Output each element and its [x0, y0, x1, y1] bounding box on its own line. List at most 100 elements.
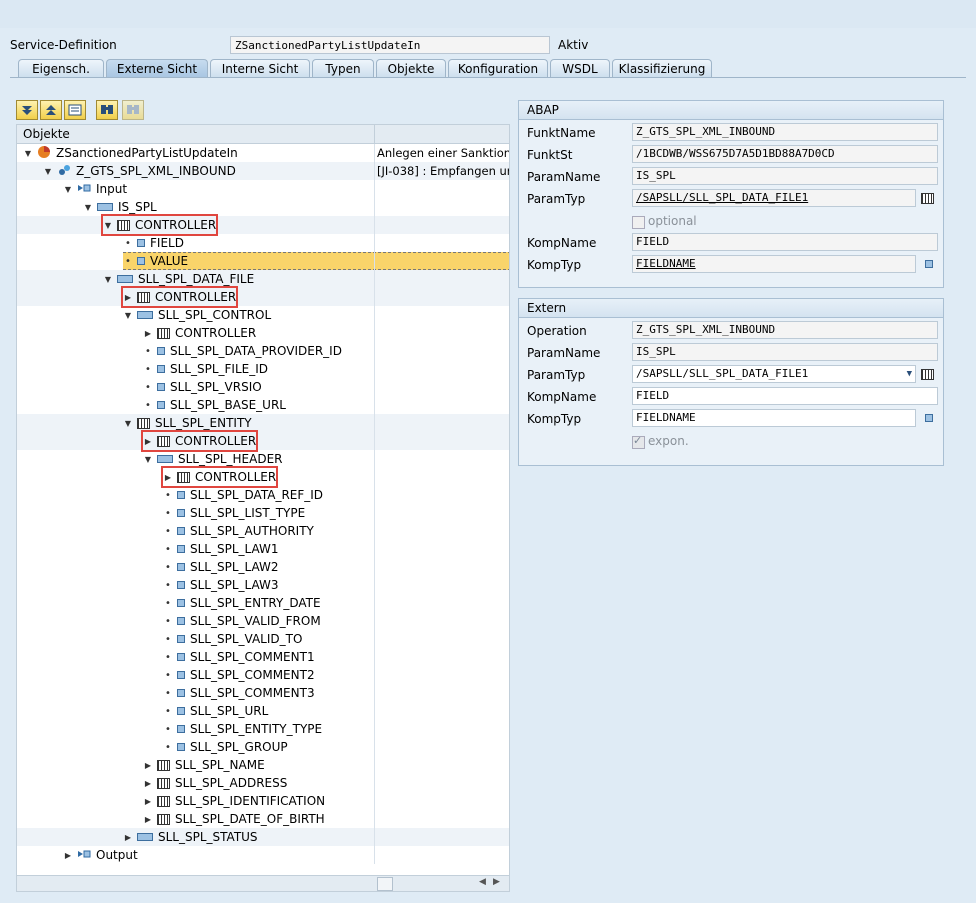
collapsed-arrow-icon[interactable]: ▶ — [143, 760, 153, 770]
tree-node-label[interactable]: SLL_SPL_AUTHORITY — [190, 524, 314, 538]
tree-node[interactable]: ▶ Output — [63, 846, 138, 864]
expanded-arrow-icon[interactable]: ▼ — [103, 274, 113, 284]
tree-row[interactable]: ▶ CONTROLLER — [17, 324, 509, 342]
table-icon[interactable] — [920, 367, 934, 381]
tree-node[interactable]: • SLL_SPL_AUTHORITY — [163, 522, 314, 540]
collapsed-arrow-icon[interactable]: ▶ — [143, 814, 153, 824]
tree-node-label[interactable]: SLL_SPL_DATA_REF_ID — [190, 488, 323, 502]
tree-node[interactable]: • SLL_SPL_GROUP — [163, 738, 288, 756]
tree-node[interactable]: • SLL_SPL_DATA_PROVIDER_ID — [143, 342, 342, 360]
tree-node-label[interactable]: SLL_SPL_LAW3 — [190, 578, 279, 592]
tree-node[interactable]: ▶ CONTROLLER — [140, 430, 259, 452]
expon-checkbox[interactable]: ✓ — [632, 434, 645, 449]
collapsed-arrow-icon[interactable]: ▶ — [143, 436, 153, 446]
tab-konfiguration[interactable]: Konfiguration — [448, 59, 548, 77]
tree-row[interactable]: • SLL_SPL_COMMENT2 — [17, 666, 509, 684]
extern-paramtyp-dropdown[interactable]: /SAPSLL/SLL_SPL_DATA_FILE1 ▼ — [632, 365, 916, 383]
tree-node[interactable]: • SLL_SPL_DATA_REF_ID — [163, 486, 323, 504]
tree-row[interactable]: • SLL_SPL_BASE_URL — [17, 396, 509, 414]
tree-node-label[interactable]: CONTROLLER — [135, 218, 216, 232]
find-icon[interactable] — [96, 100, 118, 120]
tree-row[interactable]: ▼ SLL_SPL_ENTITY — [17, 414, 509, 432]
expanded-arrow-icon[interactable]: ▼ — [123, 310, 133, 320]
tree-node-label[interactable]: ZSanctionedPartyListUpdateIn — [56, 146, 238, 160]
scroll-right-icon[interactable]: ▶ — [493, 877, 500, 887]
tree-node-label[interactable]: CONTROLLER — [175, 434, 256, 448]
expanded-arrow-icon[interactable]: ▼ — [83, 202, 93, 212]
tree-node[interactable]: ▼ SLL_SPL_CONTROL — [123, 306, 271, 324]
tree-row[interactable]: • SLL_SPL_COMMENT1 — [17, 648, 509, 666]
tree-row[interactable]: • SLL_SPL_LIST_TYPE — [17, 504, 509, 522]
field-icon[interactable] — [922, 257, 936, 271]
collapsed-arrow-icon[interactable]: ▶ — [143, 778, 153, 788]
tree-node[interactable]: • SLL_SPL_BASE_URL — [143, 396, 286, 414]
tree-row[interactable]: ▶ SLL_SPL_NAME — [17, 756, 509, 774]
tab-typen[interactable]: Typen — [312, 59, 374, 77]
expand-all-icon[interactable] — [16, 100, 38, 120]
tree-row[interactable]: • SLL_SPL_ENTRY_DATE — [17, 594, 509, 612]
tree-node-label[interactable]: SLL_SPL_IDENTIFICATION — [175, 794, 325, 808]
tree-node-label[interactable]: SLL_SPL_STATUS — [158, 830, 258, 844]
tree-row[interactable]: ▼ ZSanctionedPartyListUpdateIn Anlegen ein… — [17, 144, 509, 162]
tree-row[interactable]: • SLL_SPL_LAW2 — [17, 558, 509, 576]
tree-node[interactable]: ▶ SLL_SPL_IDENTIFICATION — [143, 792, 325, 810]
tree-node-label[interactable]: SLL_SPL_GROUP — [190, 740, 288, 754]
tree-row[interactable]: ▼ Z_GTS_SPL_XML_INBOUND [JI-038] : Empfang… — [17, 162, 509, 180]
collapsed-arrow-icon[interactable]: ▶ — [163, 472, 173, 482]
tree-row[interactable]: • SLL_SPL_GROUP — [17, 738, 509, 756]
chevron-down-icon[interactable]: ▼ — [907, 366, 912, 382]
tree-node[interactable]: • SLL_SPL_FILE_ID — [143, 360, 268, 378]
expanded-arrow-icon[interactable]: ▼ — [103, 220, 113, 230]
tree-node-label[interactable]: CONTROLLER — [155, 290, 236, 304]
tree-node[interactable]: • SLL_SPL_VALID_TO — [163, 630, 302, 648]
tree-node-label[interactable]: SLL_SPL_VALID_FROM — [190, 614, 321, 628]
tab-wsdl[interactable]: WSDL — [550, 59, 610, 77]
tree-row[interactable]: ▶ SLL_SPL_ADDRESS — [17, 774, 509, 792]
tree-row[interactable]: • SLL_SPL_LAW1 — [17, 540, 509, 558]
service-definition-field[interactable]: ZSanctionedPartyListUpdateIn — [230, 36, 550, 54]
tree-node[interactable]: ▶ CONTROLLER — [160, 466, 279, 488]
tree-node-label[interactable]: SLL_SPL_VALID_TO — [190, 632, 302, 646]
tree-node[interactable]: • VALUE — [123, 252, 509, 270]
tree-node[interactable]: • SLL_SPL_LAW2 — [163, 558, 279, 576]
collapsed-arrow-icon[interactable]: ▶ — [143, 796, 153, 806]
tree-node-label[interactable]: SLL_SPL_CONTROL — [158, 308, 271, 322]
tree-row[interactable]: • SLL_SPL_URL — [17, 702, 509, 720]
tree-node-label[interactable]: SLL_SPL_COMMENT2 — [190, 668, 315, 682]
tree-row[interactable]: ▼ SLL_SPL_HEADER — [17, 450, 509, 468]
tree-node-label[interactable]: SLL_SPL_FILE_ID — [170, 362, 268, 376]
collapsed-arrow-icon[interactable]: ▶ — [123, 832, 133, 842]
abap-komptyp-value[interactable]: FIELDNAME — [636, 257, 696, 270]
collapsed-arrow-icon[interactable]: ▶ — [123, 292, 133, 302]
tree-node-label[interactable]: SLL_SPL_COMMENT1 — [190, 650, 315, 664]
tree-node[interactable]: • SLL_SPL_LIST_TYPE — [163, 504, 305, 522]
tree-node-label[interactable]: SLL_SPL_LAW2 — [190, 560, 279, 574]
optional-checkbox[interactable] — [632, 216, 645, 229]
tree-node[interactable]: ▼ CONTROLLER — [100, 214, 219, 236]
tree-node[interactable]: • SLL_SPL_ENTITY_TYPE — [163, 720, 322, 738]
tree-node[interactable]: • SLL_SPL_ENTRY_DATE — [163, 594, 321, 612]
tree-node-label[interactable]: SLL_SPL_VRSIO — [170, 380, 262, 394]
abap-komptyp-field[interactable]: FIELDNAME — [632, 255, 916, 273]
tree-node-label[interactable]: SLL_SPL_DATA_PROVIDER_ID — [170, 344, 342, 358]
tree-node-label[interactable]: Z_GTS_SPL_XML_INBOUND — [76, 164, 236, 178]
tree-node-label[interactable]: SLL_SPL_ENTITY_TYPE — [190, 722, 322, 736]
tree-node[interactable]: ▼ SLL_SPL_HEADER — [143, 450, 283, 468]
tree-node[interactable]: • SLL_SPL_VALID_FROM — [163, 612, 321, 630]
tree-row[interactable]: • SLL_SPL_DATA_PROVIDER_ID — [17, 342, 509, 360]
tree-node-label[interactable]: SLL_SPL_DATE_OF_BIRTH — [175, 812, 325, 826]
collapsed-arrow-icon[interactable]: ▶ — [143, 328, 153, 338]
tree-node[interactable]: ▶ CONTROLLER — [120, 286, 239, 308]
tree-node-label[interactable]: SLL_SPL_ENTITY — [155, 416, 252, 430]
object-tree[interactable]: Objekte ▼ ZSanctionedPartyListUpdateIn Anl… — [16, 124, 510, 892]
tab-objekte[interactable]: Objekte — [376, 59, 446, 77]
tree-node-label[interactable]: SLL_SPL_NAME — [175, 758, 265, 772]
collapse-all-icon[interactable] — [40, 100, 62, 120]
tab-eigensch[interactable]: Eigensch. — [18, 59, 104, 77]
tree-row[interactable]: ▶ SLL_SPL_STATUS — [17, 828, 509, 846]
details-icon[interactable] — [64, 100, 86, 120]
tab-externe-sicht[interactable]: Externe Sicht — [106, 59, 208, 77]
tree-node-label[interactable]: SLL_SPL_BASE_URL — [170, 398, 286, 412]
tree-row[interactable]: ▶ CONTROLLER — [17, 466, 509, 488]
tree-node[interactable]: • SLL_SPL_VRSIO — [143, 378, 262, 396]
